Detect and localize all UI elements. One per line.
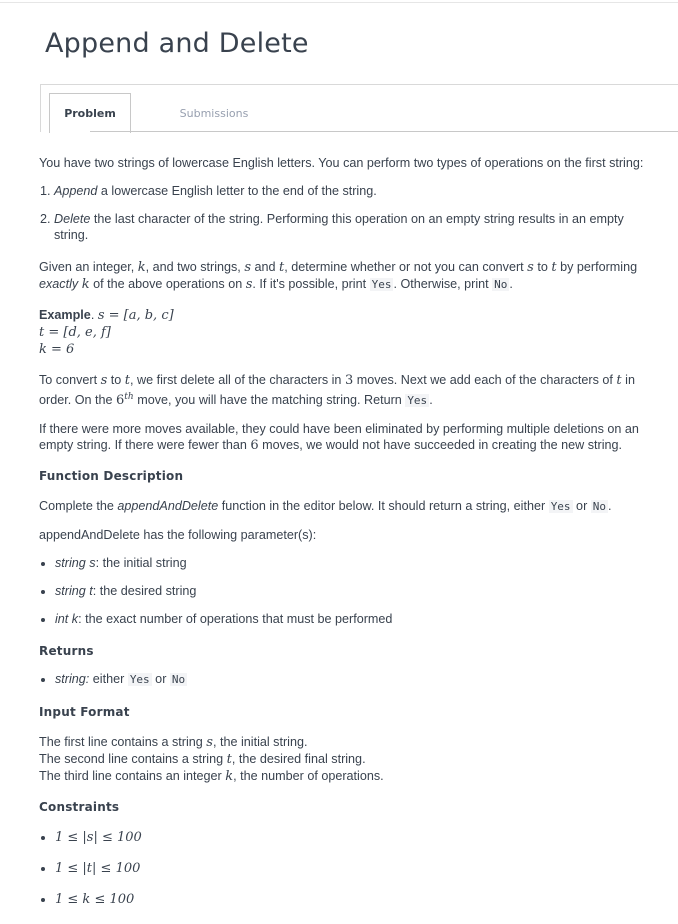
function-description-heading: Function Description xyxy=(39,469,184,484)
complete-text: Complete the appendAndDelete function in… xyxy=(39,499,612,514)
list-item: 1 ≤ |s| ≤ 100 xyxy=(55,829,654,846)
params-list: string s: the initial string string t: t… xyxy=(39,555,654,627)
tab-bar: Problem Submissions xyxy=(40,84,678,133)
code-no: No xyxy=(169,673,188,687)
convert-explanation: To convert s to t, we first delete all o… xyxy=(39,373,635,409)
list-item: Append a lowercase English letter to the… xyxy=(54,183,654,199)
list-item: Delete the last character of the string.… xyxy=(54,211,654,243)
example-label: Example xyxy=(39,308,91,322)
code-yes: Yes xyxy=(405,394,430,408)
list-item: int k: the exact number of operations th… xyxy=(55,611,654,627)
intro-text: You have two strings of lowercase Englis… xyxy=(39,156,644,170)
tab-problem[interactable]: Problem xyxy=(49,93,131,133)
list-item: 1 ≤ |t| ≤ 100 xyxy=(55,860,654,877)
problem-statement: You have two strings of lowercase Englis… xyxy=(39,155,654,908)
operations-list: Append a lowercase English letter to the… xyxy=(39,183,654,243)
tab-submissions[interactable]: Submissions xyxy=(169,93,259,133)
list-item: string: either Yes or No xyxy=(55,671,654,688)
input-format-text: The first line contains a string s, the … xyxy=(39,735,384,785)
code-no: No xyxy=(590,500,609,514)
list-item: 1 ≤ k ≤ 100 xyxy=(55,891,654,908)
returns-heading: Returns xyxy=(39,644,94,659)
params-intro: appendAndDelete has the following parame… xyxy=(39,528,317,543)
code-yes: Yes xyxy=(369,278,394,291)
tab-underline xyxy=(90,131,678,132)
more-moves-text: If there were more moves available, they… xyxy=(39,422,639,454)
top-divider xyxy=(0,2,678,3)
constraints-heading: Constraints xyxy=(39,800,120,815)
input-format-heading: Input Format xyxy=(39,705,130,720)
example-block: Example. s = [a, b, c] t = [d, e, f] k =… xyxy=(39,308,174,357)
code-yes: Yes xyxy=(127,673,152,687)
given-text: Given an integer, k, and two strings, s … xyxy=(39,260,638,292)
returns-list: string: either Yes or No xyxy=(39,671,654,688)
page-title: Append and Delete xyxy=(45,28,309,59)
list-item: string t: the desired string xyxy=(55,583,654,599)
constraints-list: 1 ≤ |s| ≤ 100 1 ≤ |t| ≤ 100 1 ≤ k ≤ 100 xyxy=(39,829,654,908)
code-yes: Yes xyxy=(548,500,573,514)
code-no: No xyxy=(492,278,510,291)
list-item: string s: the initial string xyxy=(55,555,654,571)
